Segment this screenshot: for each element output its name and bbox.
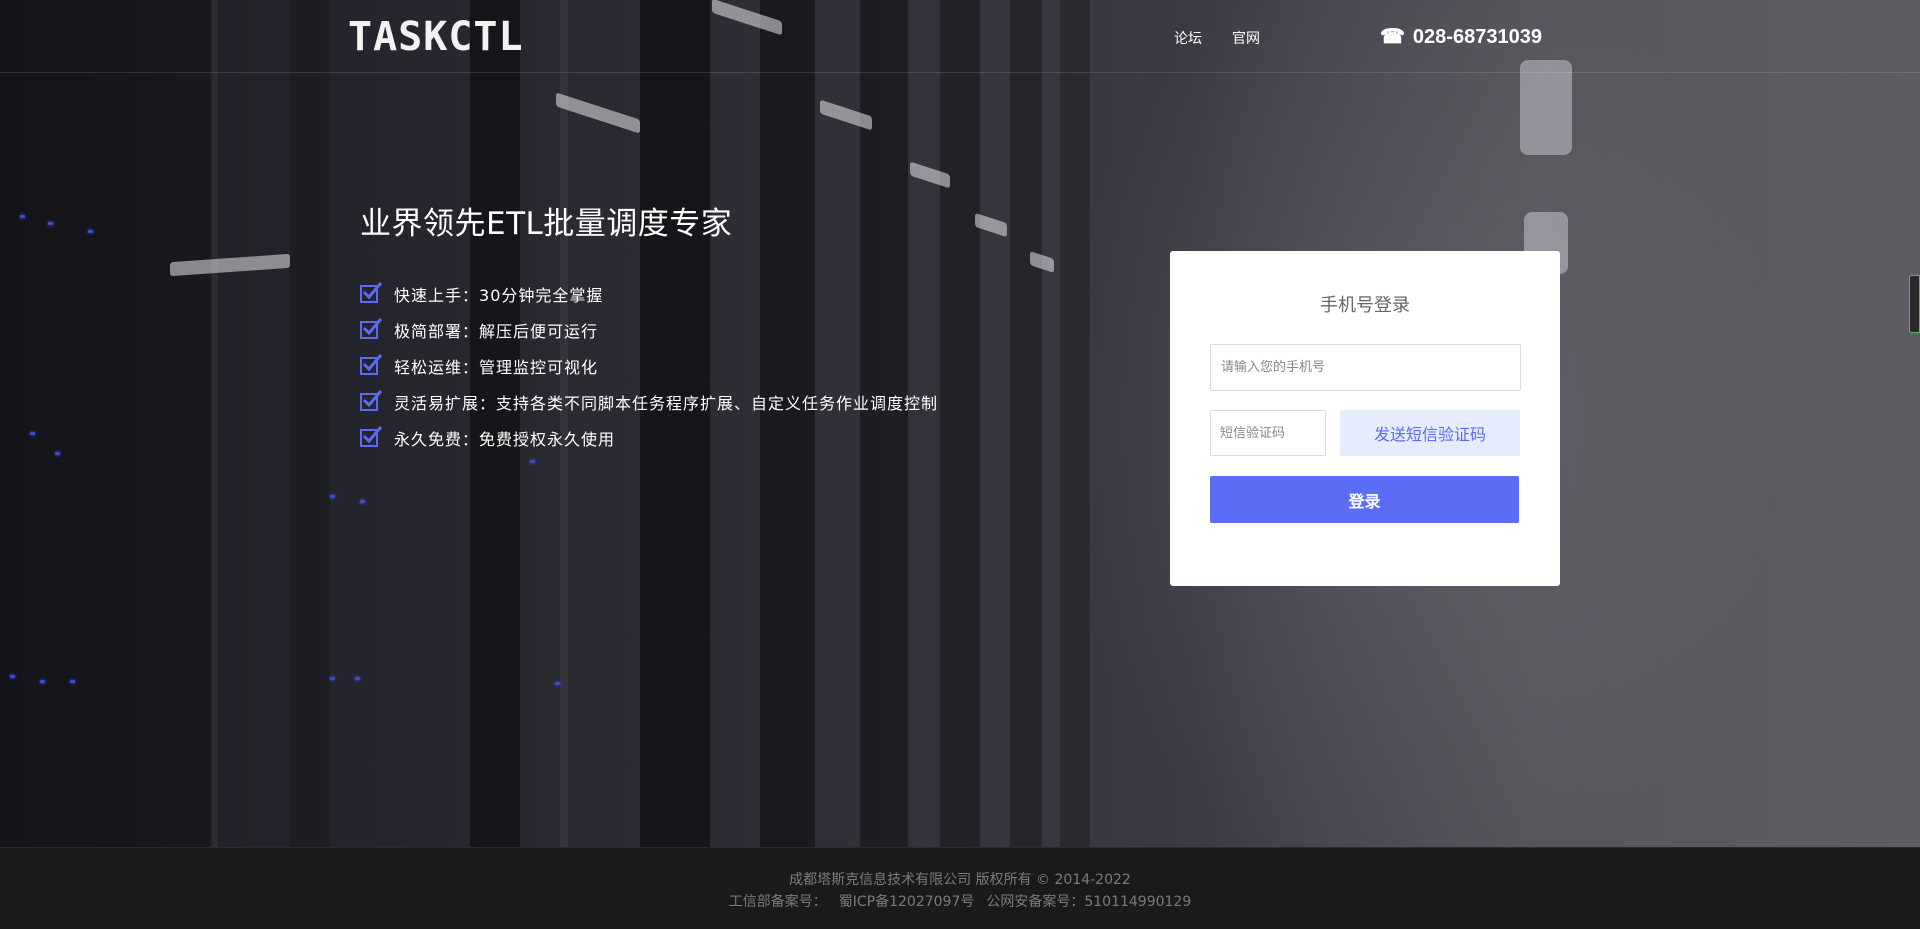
feature-item: 永久免费：免费授权永久使用 (360, 420, 938, 456)
feature-label: 轻松运维 (394, 358, 463, 377)
feature-label: 永久免费 (394, 430, 463, 449)
feature-desc: 解压后便可运行 (479, 322, 599, 341)
login-card: 手机号登录 发送短信验证码 登录 (1170, 251, 1560, 586)
feature-desc: 免费授权永久使用 (479, 430, 616, 449)
top-header: TASKCTL 论坛 官网 ☎ 028-68731039 (0, 0, 1920, 73)
checkbox-checked-icon (360, 390, 383, 411)
phone-number: 028-68731039 (1412, 26, 1542, 48)
nav-link-forum[interactable]: 论坛 (1174, 28, 1202, 48)
feature-label: 灵活易扩展 (394, 394, 480, 413)
feature-desc: 管理监控可视化 (479, 358, 599, 377)
background-server-image (0, 0, 1920, 847)
checkbox-checked-icon (360, 282, 383, 303)
checkbox-checked-icon (360, 354, 383, 375)
sms-code-input[interactable] (1210, 410, 1326, 456)
taskctl-logo[interactable]: TASKCTL (348, 14, 524, 60)
feature-desc: 30分钟完全掌握 (479, 286, 604, 305)
feature-item: 快速上手： 30分钟完全掌握 (360, 276, 938, 312)
checkbox-checked-icon (360, 426, 383, 447)
send-sms-code-button[interactable]: 发送短信验证码 (1340, 410, 1520, 456)
icp-number-link[interactable]: 蜀ICP备12027097号 (839, 894, 975, 910)
nav-link-official-site[interactable]: 官网 (1232, 28, 1260, 48)
promo-title: 业界领先ETL批量调度专家 (360, 206, 733, 242)
page-footer: 成都塔斯克信息技术有限公司 版权所有 © 2014-2022 工信部备案号： 蜀I… (0, 847, 1920, 929)
footer-copyright: 成都塔斯克信息技术有限公司 版权所有 © 2014-2022 (789, 872, 1131, 888)
feature-label: 极简部署 (394, 322, 463, 341)
police-record-link[interactable]: 公网安备案号：510114990129 (986, 894, 1191, 910)
login-title: 手机号登录 (1320, 295, 1410, 316)
login-button[interactable]: 登录 (1210, 476, 1519, 523)
feature-desc: 支持各类不同脚本任务程序扩展、自定义任务作业调度控制 (496, 394, 939, 413)
feature-label: 快速上手 (394, 286, 463, 305)
phone-number-input[interactable] (1210, 344, 1521, 391)
footer-record-info: 工信部备案号： 蜀ICP备12027097号 公网安备案号：510114990129 (0, 891, 1920, 911)
icp-label: 工信部备案号： (728, 894, 827, 910)
side-scroll-widget[interactable] (1909, 275, 1920, 333)
feature-list: 快速上手： 30分钟完全掌握 极简部署：解压后便可运行 轻松运维：管理监控可视化 … (360, 276, 938, 456)
checkbox-checked-icon (360, 318, 383, 339)
feature-item: 轻松运维：管理监控可视化 (360, 348, 938, 384)
contact-phone: ☎ 028-68731039 (1380, 24, 1542, 49)
phone-icon: ☎ (1380, 26, 1405, 48)
feature-item: 灵活易扩展：支持各类不同脚本任务程序扩展、自定义任务作业调度控制 (360, 384, 938, 420)
feature-item: 极简部署：解压后便可运行 (360, 312, 938, 348)
